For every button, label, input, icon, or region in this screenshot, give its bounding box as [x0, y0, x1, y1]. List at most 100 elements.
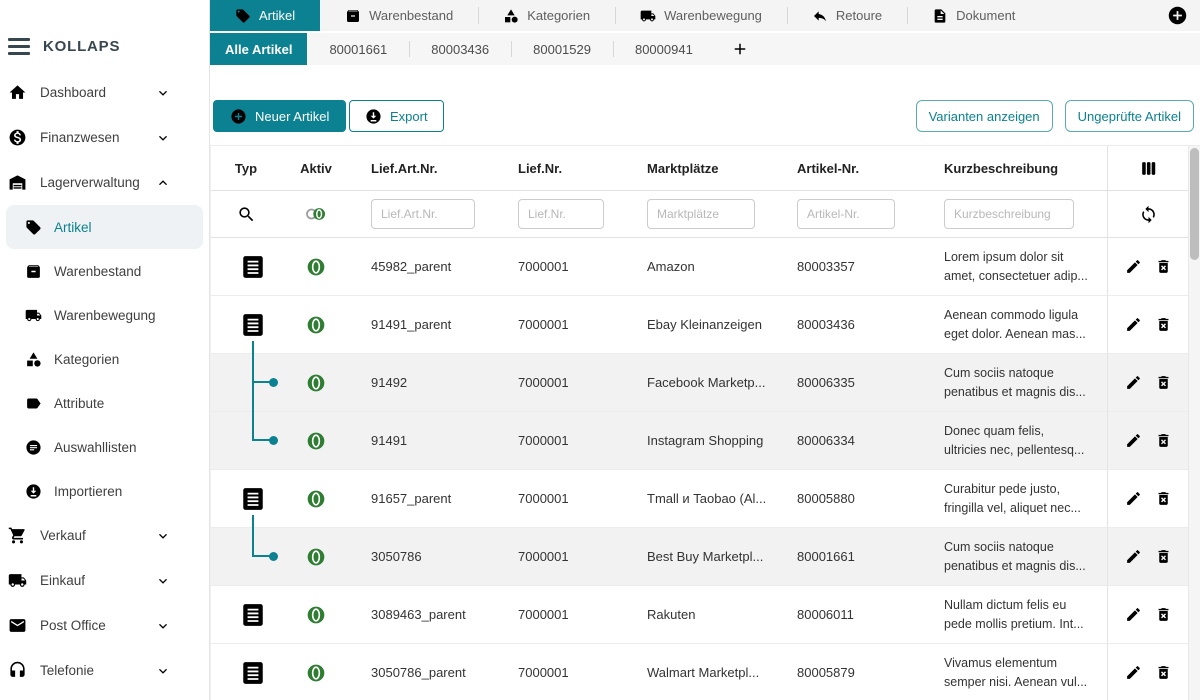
active-status-icon[interactable]: [306, 489, 326, 509]
filter-kurzbeschreibung-input[interactable]: [944, 199, 1074, 229]
filter-artikel-nr-input[interactable]: [797, 199, 895, 229]
lief-art-nr-value: 91492: [351, 354, 496, 411]
header-typ[interactable]: Typ: [211, 146, 281, 190]
table-row[interactable]: 3050786_parent 7000001 Walmart Marketpl.…: [211, 644, 1200, 700]
vertical-scrollbar[interactable]: [1188, 146, 1200, 700]
tab-retoure[interactable]: Retoure: [787, 0, 907, 31]
cart-icon: [8, 526, 27, 545]
sidebar-item-post-office[interactable]: Post Office: [0, 603, 209, 648]
delete-icon[interactable]: [1155, 316, 1172, 333]
delete-icon[interactable]: [1155, 432, 1172, 449]
sidebar-item-finanzwesen[interactable]: Finanzwesen: [0, 115, 209, 160]
new-article-button[interactable]: Neuer Artikel: [213, 100, 346, 132]
parent-article-icon[interactable]: [240, 249, 266, 285]
delete-icon[interactable]: [1155, 374, 1172, 391]
tab-warenbestand[interactable]: Warenbestand: [320, 0, 478, 31]
table-filter-row: [211, 191, 1200, 238]
delete-icon[interactable]: [1155, 258, 1172, 275]
active-status-icon[interactable]: [306, 315, 326, 335]
add-tab-button[interactable]: [715, 33, 765, 65]
edit-icon[interactable]: [1125, 548, 1142, 565]
sidebar-item-lagerverwaltung[interactable]: Lagerverwaltung: [0, 160, 209, 205]
show-variants-button[interactable]: Varianten anzeigen: [916, 100, 1053, 132]
active-status-icon[interactable]: [306, 663, 326, 683]
tab-artikel[interactable]: Artikel: [210, 0, 320, 31]
lief-nr-value: 7000001: [496, 412, 631, 469]
add-module-button[interactable]: [1167, 5, 1188, 26]
headset-icon: [8, 661, 27, 680]
lief-art-nr-value: 3050786: [351, 528, 496, 585]
header-marktplaetze[interactable]: Marktplätze: [631, 146, 781, 190]
parent-article-icon[interactable]: [240, 307, 266, 343]
export-button[interactable]: Export: [349, 100, 444, 132]
table-header-row: Typ Aktiv Lief.Art.Nr. Lief.Nr. Marktplä…: [211, 146, 1200, 191]
filter-marktplaetze-input[interactable]: [647, 199, 755, 229]
table-row[interactable]: 3050786 7000001 Best Buy Marketpl... 800…: [211, 528, 1200, 586]
table-row[interactable]: 91491 7000001 Instagram Shopping 8000633…: [211, 412, 1200, 470]
subtab-article[interactable]: 80000941: [613, 33, 715, 65]
parent-article-icon[interactable]: [240, 481, 266, 517]
sidebar-subitem-warenbewegung[interactable]: Warenbewegung: [0, 293, 209, 337]
filter-lief-nr-input[interactable]: [518, 199, 604, 229]
logo-row: KOLLAPS: [0, 0, 209, 60]
header-lief-nr[interactable]: Lief.Nr.: [496, 146, 631, 190]
hamburger-menu-icon[interactable]: [8, 38, 30, 55]
delete-icon[interactable]: [1155, 490, 1172, 507]
aktiv-filter-toggle-icon[interactable]: [304, 205, 328, 223]
import-circle-icon: [25, 483, 42, 500]
edit-icon[interactable]: [1125, 490, 1142, 507]
sidebar-item-verkauf[interactable]: Verkauf: [0, 513, 209, 558]
parent-article-icon[interactable]: [240, 597, 266, 633]
table-row[interactable]: 91657_parent 7000001 Tmall и Taobao (Al.…: [211, 470, 1200, 528]
sidebar-item-dashboard[interactable]: Dashboard: [0, 70, 209, 115]
active-status-icon[interactable]: [306, 373, 326, 393]
tab-warenbewegung[interactable]: Warenbewegung: [615, 0, 787, 31]
edit-icon[interactable]: [1125, 664, 1142, 681]
sidebar-subitem-attribute[interactable]: Attribute: [0, 381, 209, 425]
delete-icon[interactable]: [1155, 664, 1172, 681]
subtab-alle-artikel[interactable]: Alle Artikel: [210, 33, 307, 65]
table-row[interactable]: 91491_parent 7000001 Ebay Kleinanzeigen …: [211, 296, 1200, 354]
sidebar-subitem-kategorien[interactable]: Kategorien: [0, 337, 209, 381]
header-lief-art-nr[interactable]: Lief.Art.Nr.: [351, 146, 496, 190]
edit-icon[interactable]: [1125, 606, 1142, 623]
unchecked-articles-button[interactable]: Ungeprüfte Artikel: [1065, 100, 1194, 132]
delete-icon[interactable]: [1155, 548, 1172, 565]
parent-article-icon[interactable]: [240, 655, 266, 691]
subtab-article[interactable]: 80001529: [511, 33, 613, 65]
table-row[interactable]: 45982_parent 7000001 Amazon 80003357 Lor…: [211, 238, 1200, 296]
sidebar-subitem-auswahllisten[interactable]: Auswahllisten: [0, 425, 209, 469]
subtab-article[interactable]: 80003436: [409, 33, 511, 65]
active-status-icon[interactable]: [306, 431, 326, 451]
lief-nr-value: 7000001: [496, 470, 631, 527]
kurzbeschreibung-value: Curabitur pede justo,fringilla vel, aliq…: [944, 480, 1081, 518]
sidebar-item-telefonie[interactable]: Telefonie: [0, 648, 209, 693]
edit-icon[interactable]: [1125, 316, 1142, 333]
scrollbar-thumb[interactable]: [1190, 148, 1199, 260]
header-aktiv[interactable]: Aktiv: [281, 146, 351, 190]
tag-icon: [25, 219, 42, 236]
sidebar-item-einkauf[interactable]: Einkauf: [0, 558, 209, 603]
filter-lief-art-nr-input[interactable]: [371, 199, 475, 229]
marktplaetze-value: Walmart Marketpl...: [631, 644, 781, 700]
sidebar-subitem-warenbestand[interactable]: Warenbestand: [0, 249, 209, 293]
delete-icon[interactable]: [1155, 606, 1172, 623]
subtab-article[interactable]: 80001661: [307, 33, 409, 65]
tab-kategorien[interactable]: Kategorien: [478, 0, 615, 31]
return-arrow-icon: [812, 8, 828, 24]
sidebar-subitem-artikel[interactable]: Artikel: [6, 205, 203, 249]
active-status-icon[interactable]: [306, 547, 326, 567]
active-status-icon[interactable]: [306, 605, 326, 625]
column-settings-icon[interactable]: [1139, 159, 1158, 178]
table-row[interactable]: 91492 7000001 Facebook Marketp... 800063…: [211, 354, 1200, 412]
edit-icon[interactable]: [1125, 432, 1142, 449]
header-kurzbeschreibung[interactable]: Kurzbeschreibung: [921, 146, 1107, 190]
refresh-icon[interactable]: [1139, 205, 1158, 224]
active-status-icon[interactable]: [306, 257, 326, 277]
header-artikel-nr[interactable]: Artikel-Nr.: [781, 146, 921, 190]
sidebar-subitem-importieren[interactable]: Importieren: [0, 469, 209, 513]
edit-icon[interactable]: [1125, 258, 1142, 275]
table-row[interactable]: 3089463_parent 7000001 Rakuten 80006011 …: [211, 586, 1200, 644]
edit-icon[interactable]: [1125, 374, 1142, 391]
tab-dokument[interactable]: Dokument: [907, 0, 1040, 31]
